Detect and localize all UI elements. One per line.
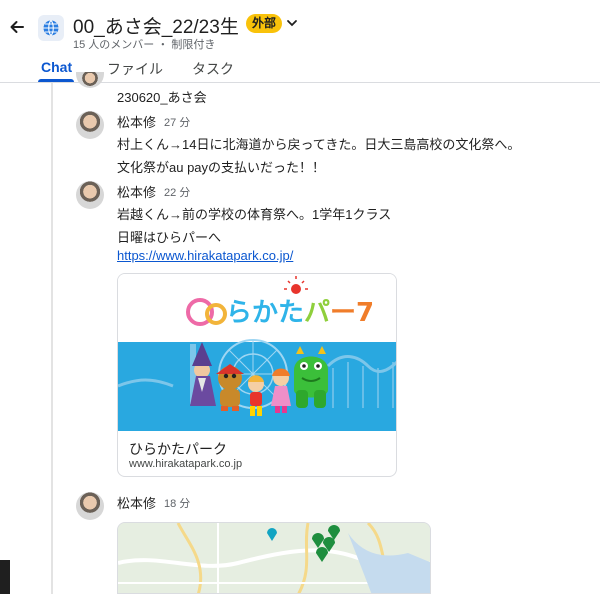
avatar[interactable] <box>76 492 104 520</box>
preview-url: www.hirakatapark.co.jp <box>129 458 243 470</box>
svg-text:らかた: らかた <box>226 298 304 328</box>
thread-line <box>51 83 53 594</box>
message-text: 岩越くん→前の学校の体育祭へ。1学年1クラス <box>117 207 392 222</box>
message-text: 230620_あさ会 <box>117 90 207 105</box>
preview-image: らかた パ ー7 <box>118 274 396 431</box>
sender-name[interactable]: 松本修 <box>117 112 156 131</box>
space-subtitle: 15 人のメンバー ・ 制限付き <box>73 39 216 51</box>
map-preview[interactable] <box>117 522 431 594</box>
avatar[interactable] <box>76 111 104 139</box>
message-link[interactable]: https://www.hirakatapark.co.jp/ <box>117 248 293 263</box>
message-time: 27 分 <box>164 117 191 129</box>
message-text: 文化祭がau payの支払いだった！！ <box>117 160 326 175</box>
arrow-back-icon[interactable] <box>8 18 26 36</box>
tab-chat[interactable]: Chat <box>41 59 72 75</box>
tab-files[interactable]: ファイル <box>107 59 163 79</box>
avatar[interactable] <box>76 181 104 209</box>
svg-text:ー7: ー7 <box>330 298 374 328</box>
chevron-down-icon[interactable] <box>285 16 299 30</box>
link-preview-card[interactable]: らかた パ ー7 ひらかたパーク www.hirakatapark.co.jp <box>117 273 397 477</box>
globe-icon[interactable] <box>38 15 64 41</box>
space-title[interactable]: 00_あさ会_22/23生 <box>73 12 239 39</box>
sender-name[interactable]: 松本修 <box>117 493 156 512</box>
chat-header: 00_あさ会_22/23生 外部 15 人のメンバー ・ 制限付き Chat フ… <box>0 0 600 82</box>
window-corner <box>0 560 10 594</box>
svg-text:パ: パ <box>304 298 330 328</box>
avatar[interactable] <box>76 72 104 88</box>
tab-tasks[interactable]: タスク <box>192 59 234 79</box>
message-text: 日曜はひらパーへ <box>117 230 222 245</box>
external-badge: 外部 <box>246 14 283 33</box>
preview-title[interactable]: ひらかたパーク <box>129 439 227 459</box>
message-text: 村上くん→14日に北海道から戻ってきた。日大三島高校の文化祭へ。 <box>117 137 521 152</box>
message-time: 18 分 <box>164 498 191 510</box>
message-time: 22 分 <box>164 187 191 199</box>
sender-name[interactable]: 松本修 <box>117 182 156 201</box>
